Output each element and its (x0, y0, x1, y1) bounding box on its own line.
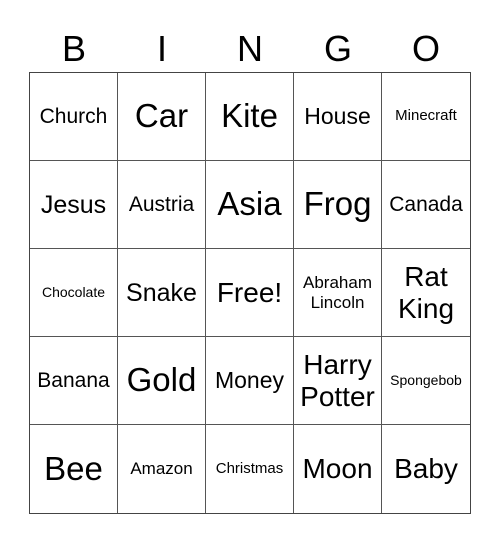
bingo-cell[interactable]: Spongebob (382, 337, 470, 425)
bingo-cell-label: Minecraft (395, 107, 457, 125)
bingo-cell-label: Baby (394, 453, 458, 485)
bingo-cell[interactable]: Kite (206, 73, 294, 161)
bingo-cell[interactable]: Amazon (118, 425, 206, 513)
bingo-cell-label: Christmas (215, 459, 284, 477)
bingo-cell-label: Spongebob (390, 371, 462, 388)
header-letter-b: B (61, 28, 86, 69)
bingo-cell[interactable]: House (294, 73, 382, 161)
bingo-cell-label: Asia (217, 185, 282, 223)
bingo-cell-label: Chocolate (41, 283, 106, 300)
header-letter-i: I (156, 28, 167, 69)
bingo-cell-label: Gold (126, 361, 197, 399)
bingo-cell[interactable]: Gold (118, 337, 206, 425)
bingo-cell[interactable]: Austria (118, 161, 206, 249)
bingo-cell-label: Frog (303, 185, 372, 223)
bingo-cell-label: Banana (37, 368, 110, 392)
bingo-cell[interactable]: Minecraft (382, 73, 470, 161)
bingo-cell-label: Money (214, 366, 285, 393)
bingo-cell[interactable]: Banana (30, 337, 118, 425)
header-letter-n: N (237, 28, 263, 69)
bingo-cell[interactable]: Church (30, 73, 118, 161)
header-letter-o: O (411, 28, 440, 69)
bingo-cell[interactable]: Harry Potter (294, 337, 382, 425)
bingo-cell[interactable]: Asia (206, 161, 294, 249)
bingo-cell[interactable]: Jesus (30, 161, 118, 249)
bingo-cell[interactable]: Car (118, 73, 206, 161)
bingo-cell-label: Rat King (397, 261, 455, 324)
bingo-cell[interactable]: Frog (294, 161, 382, 249)
bingo-cell-label: House (304, 102, 371, 129)
bingo-header: B I N G O (30, 26, 470, 72)
bingo-cell[interactable]: Free! (206, 249, 294, 337)
bingo-cell-label: Jesus (40, 190, 107, 219)
header-letter-g: G (323, 28, 352, 69)
bingo-cell-label: Free! (216, 276, 283, 308)
bingo-cell[interactable]: Baby (382, 425, 470, 513)
bingo-cell-label: Bee (44, 449, 103, 487)
bingo-cell[interactable]: Christmas (206, 425, 294, 513)
bingo-cell-label: Harry Potter (300, 349, 375, 412)
bingo-cell-label: Amazon (130, 459, 193, 479)
bingo-cell[interactable]: Abraham Lincoln (294, 249, 382, 337)
bingo-cell-label: Canada (389, 192, 463, 216)
bingo-grid: Church Car Kite House Minecraft Jesus Austria A… (29, 72, 471, 514)
bingo-cell-label: Car (134, 97, 189, 135)
bingo-cell-label: Abraham Lincoln (303, 273, 372, 312)
bingo-cell-label: Snake (126, 278, 197, 307)
bingo-cell[interactable]: Bee (30, 425, 118, 513)
bingo-cell[interactable]: Canada (382, 161, 470, 249)
bingo-cell[interactable]: Snake (118, 249, 206, 337)
bingo-cell-label: Kite (221, 97, 278, 135)
bingo-cell-label: Austria (128, 192, 195, 216)
bingo-cell-label: Moon (302, 453, 373, 485)
bingo-cell[interactable]: Money (206, 337, 294, 425)
bingo-cell[interactable]: Chocolate (30, 249, 118, 337)
bingo-cell[interactable]: Moon (294, 425, 382, 513)
bingo-cell[interactable]: Rat King (382, 249, 470, 337)
bingo-cell-label: Church (39, 104, 108, 128)
